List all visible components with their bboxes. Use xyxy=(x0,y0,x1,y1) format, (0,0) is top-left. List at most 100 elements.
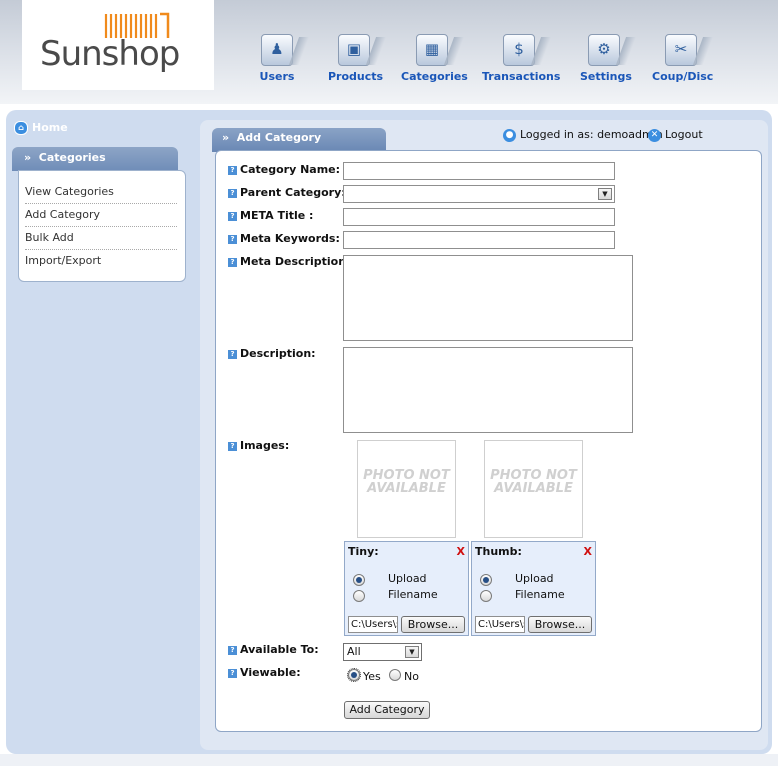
nav-coup-disc[interactable]: ✂ Coup/Disc xyxy=(652,34,714,84)
header: Sunshop ♟ Users ▣ Products ▦ Categories … xyxy=(0,0,778,104)
nav-users[interactable]: ♟ Users xyxy=(258,34,296,84)
parent-category-label-text: Parent Category: xyxy=(240,186,346,199)
sidebar-item-view-categories[interactable]: View Categories xyxy=(25,181,177,204)
viewable-no-label: No xyxy=(404,670,419,683)
chevron-down-icon[interactable]: ▼ xyxy=(405,646,419,658)
nav-users-label: Users xyxy=(259,70,295,83)
settings-icon: ⚙ xyxy=(588,34,620,66)
tiny-remove-button[interactable]: X xyxy=(457,545,465,558)
viewable-label-text: Viewable: xyxy=(240,666,301,679)
help-icon[interactable]: ? xyxy=(228,235,237,244)
help-icon[interactable]: ? xyxy=(228,166,237,175)
products-icon: ▣ xyxy=(338,34,370,66)
tiny-upload-label: Upload xyxy=(388,572,427,585)
help-icon[interactable]: ? xyxy=(228,212,237,221)
thumb-image-panel: Thumb: X Upload Filename C:\Users\s Brow… xyxy=(471,541,596,636)
nav-settings[interactable]: ⚙ Settings xyxy=(580,34,632,84)
nav-categories-label: Categories xyxy=(401,70,468,83)
available-to-value: All xyxy=(347,645,361,658)
nav-settings-label: Settings xyxy=(580,70,632,83)
transactions-icon: $ xyxy=(503,34,535,66)
thumb-filename-label: Filename xyxy=(515,588,565,601)
tiny-file-path-input[interactable]: C:\Users\s xyxy=(348,616,398,633)
sidebar-item-import-export[interactable]: Import/Export xyxy=(25,250,177,273)
meta-title-input[interactable] xyxy=(343,208,615,226)
meta-description-label: ? Meta Description: xyxy=(228,255,350,268)
available-to-label-text: Available To: xyxy=(240,643,319,656)
tiny-filename-label: Filename xyxy=(388,588,438,601)
images-label: ? Images: xyxy=(228,439,289,452)
categories-icon: ▦ xyxy=(416,34,448,66)
chevron-right-icon: » xyxy=(24,151,32,164)
add-category-button[interactable]: Add Category xyxy=(344,701,430,719)
close-icon: ✕ xyxy=(648,128,661,142)
meta-description-label-text: Meta Description: xyxy=(240,255,351,268)
tiny-photo-placeholder: PHOTO NOT AVAILABLE xyxy=(357,440,456,538)
help-icon[interactable]: ? xyxy=(228,669,237,678)
thumb-filename-radio[interactable] xyxy=(480,590,492,602)
users-icon: ♟ xyxy=(261,34,293,66)
tiny-browse-button[interactable]: Browse... xyxy=(401,616,465,633)
thumb-browse-button[interactable]: Browse... xyxy=(528,616,592,633)
viewable-yes-radio[interactable] xyxy=(347,668,361,682)
viewable-yes-label: Yes xyxy=(363,670,381,683)
coupon-icon: ✂ xyxy=(665,34,697,66)
sidebar-item-bulk-add[interactable]: Bulk Add xyxy=(25,227,177,250)
nav-transactions-label: Transactions xyxy=(482,70,561,83)
logo[interactable]: Sunshop xyxy=(22,0,214,90)
thumb-file-path-input[interactable]: C:\Users\s xyxy=(475,616,525,633)
tab-add-category: » Add Category xyxy=(212,128,386,152)
description-label: ? Description: xyxy=(228,347,316,360)
nav-transactions[interactable]: $ Transactions xyxy=(482,34,561,84)
nav-products[interactable]: ▣ Products xyxy=(328,34,384,84)
logout-link[interactable]: ✕ Logout xyxy=(648,128,703,142)
help-icon[interactable]: ? xyxy=(228,350,237,359)
available-to-select[interactable]: All ▼ xyxy=(343,643,422,661)
help-icon[interactable]: ? xyxy=(228,189,237,198)
meta-description-textarea[interactable] xyxy=(343,255,633,341)
user-icon: ● xyxy=(503,128,516,142)
thumb-upload-label: Upload xyxy=(515,572,554,585)
nav-categories[interactable]: ▦ Categories xyxy=(401,34,468,84)
meta-title-label: ? META Title : xyxy=(228,209,313,222)
sidebar-menu: View Categories Add Category Bulk Add Im… xyxy=(18,170,186,282)
thumb-upload-radio[interactable] xyxy=(480,574,492,586)
footer-strip xyxy=(0,754,778,766)
description-label-text: Description: xyxy=(240,347,316,360)
chevron-right-icon: » xyxy=(222,131,230,144)
tiny-filename-radio[interactable] xyxy=(353,590,365,602)
nav-coup-disc-label: Coup/Disc xyxy=(652,70,714,83)
sidebar-item-add-category[interactable]: Add Category xyxy=(25,204,177,227)
tab-add-category-label: Add Category xyxy=(236,131,322,144)
sidebar-section-title: Categories xyxy=(38,151,106,164)
category-name-input[interactable] xyxy=(343,162,615,180)
nav-products-label: Products xyxy=(328,70,384,83)
tiny-upload-radio[interactable] xyxy=(353,574,365,586)
images-label-text: Images: xyxy=(240,439,290,452)
help-icon[interactable]: ? xyxy=(228,646,237,655)
chevron-down-icon[interactable]: ▼ xyxy=(598,188,612,200)
parent-category-label: ? Parent Category: xyxy=(228,186,346,199)
meta-title-label-text: META Title : xyxy=(240,209,314,222)
logout-label: Logout xyxy=(665,128,703,141)
meta-keywords-label: ? Meta Keywords: xyxy=(228,232,340,245)
meta-keywords-label-text: Meta Keywords: xyxy=(240,232,340,245)
home-link[interactable]: ⌂ Home xyxy=(14,121,68,135)
description-textarea[interactable] xyxy=(343,347,633,433)
viewable-label: ? Viewable: xyxy=(228,666,301,679)
logged-in-status: ● Logged in as: demoadmin xyxy=(503,128,663,142)
meta-keywords-input[interactable] xyxy=(343,231,615,249)
sidebar-section-categories: » Categories xyxy=(12,147,178,171)
tiny-title: Tiny: xyxy=(348,545,379,558)
logged-in-text: Logged in as: demoadmin xyxy=(520,128,663,141)
category-name-label: ? Category Name: xyxy=(228,163,340,176)
viewable-no-radio[interactable] xyxy=(389,669,401,681)
home-icon: ⌂ xyxy=(14,121,28,135)
help-icon[interactable]: ? xyxy=(228,258,237,267)
home-label: Home xyxy=(32,121,68,134)
help-icon[interactable]: ? xyxy=(228,442,237,451)
thumb-photo-placeholder: PHOTO NOT AVAILABLE xyxy=(484,440,583,538)
logo-text: Sunshop xyxy=(40,34,180,74)
parent-category-select[interactable]: ▼ xyxy=(343,185,615,203)
thumb-remove-button[interactable]: X xyxy=(584,545,592,558)
